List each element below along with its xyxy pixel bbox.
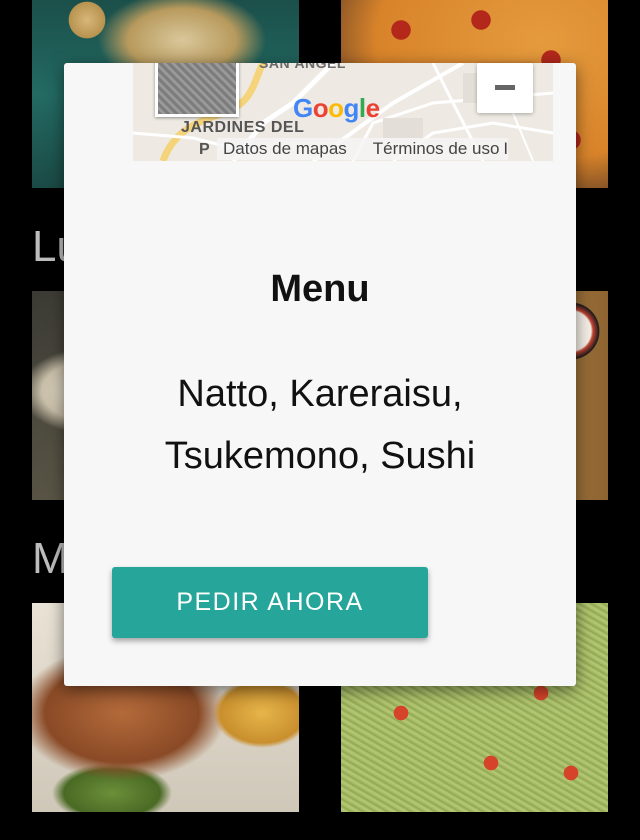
map-area-label-2: P bbox=[199, 141, 210, 158]
google-logo-letter: o bbox=[312, 93, 329, 123]
map-attribution: Datos de mapas Términos de uso I bbox=[217, 138, 509, 160]
google-logo-letter: l bbox=[358, 93, 366, 123]
menu-items: Natto, Kareraisu, Tsukemono, Sushi bbox=[64, 363, 576, 487]
map-place-label: SAN ÁNGEL bbox=[259, 63, 346, 71]
zoom-out-button[interactable] bbox=[477, 63, 533, 113]
menu-modal: SAN ÁNGEL JARDINES DEL P Google Datos de… bbox=[64, 63, 576, 686]
google-logo-letter: G bbox=[293, 93, 313, 123]
map-satellite-thumbnail[interactable] bbox=[155, 63, 239, 117]
map-report-link[interactable]: I bbox=[503, 139, 508, 158]
map-area-label: JARDINES DEL bbox=[181, 119, 305, 136]
google-logo-letter: e bbox=[365, 93, 380, 123]
order-now-button[interactable]: PEDIR AHORA bbox=[112, 567, 428, 638]
map-data-link[interactable]: Datos de mapas bbox=[223, 139, 347, 158]
google-logo-letter: g bbox=[343, 93, 360, 123]
menu-items-line-2: Tsukemono, Sushi bbox=[164, 435, 476, 477]
map-terms-link[interactable]: Términos de uso bbox=[373, 139, 500, 158]
google-logo-letter: o bbox=[328, 93, 344, 123]
google-logo: Google bbox=[293, 93, 380, 124]
minus-icon bbox=[495, 85, 515, 90]
menu-items-line-1: Natto, Kareraisu, bbox=[177, 373, 463, 415]
menu-title: Menu bbox=[270, 268, 370, 310]
